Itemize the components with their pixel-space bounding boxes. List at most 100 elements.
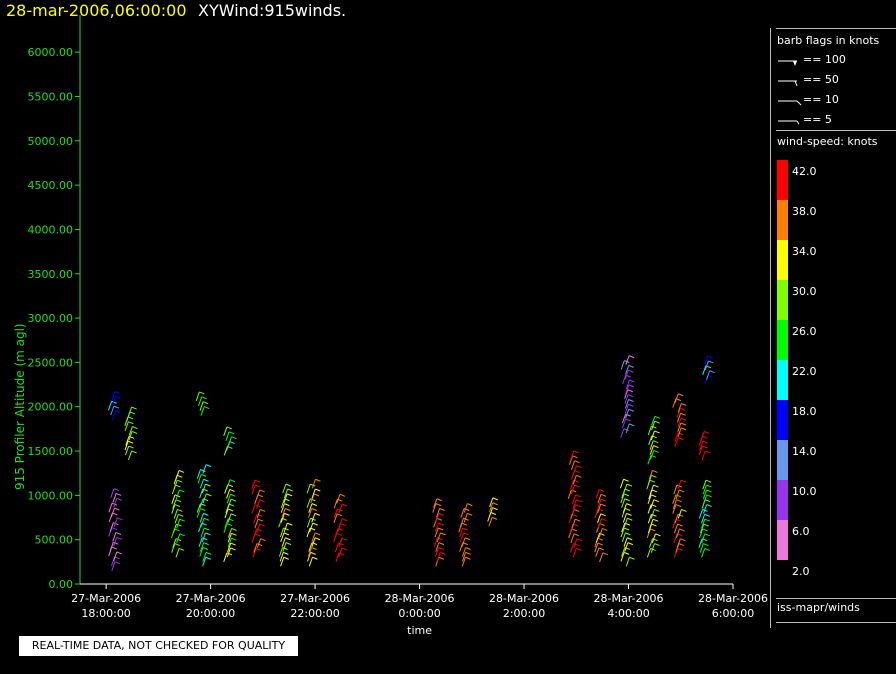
wind-barb-flag [231, 532, 237, 536]
wind-barb-flag [623, 478, 629, 482]
wind-barb-flag [336, 532, 342, 536]
wind-barb-flag [680, 412, 686, 416]
wind-barb [223, 426, 228, 437]
wind-barb-flag [111, 527, 118, 531]
wind-barb [306, 527, 311, 538]
wind-barb [226, 479, 231, 489]
wind-barb-flag [174, 543, 181, 546]
x-axis-label: time [407, 624, 432, 637]
wind-barb-flag [204, 527, 210, 531]
wind-barb-flag [704, 513, 710, 517]
wind-barb [306, 498, 311, 508]
wind-barb-flag [203, 512, 209, 516]
wind-barb-flag [627, 517, 633, 521]
wind-barb [625, 557, 630, 567]
wind-barb [256, 499, 261, 509]
wind-barb [698, 509, 703, 519]
wind-barb-flag [203, 478, 209, 482]
wind-barb-flag [599, 523, 605, 527]
wind-barb [703, 504, 708, 514]
wind-barb-flag [438, 556, 445, 560]
wind-barb-flag [202, 547, 209, 550]
speed-color-segment [777, 520, 788, 560]
wind-barb [202, 464, 207, 474]
wind-barb-flag [678, 393, 684, 397]
wind-barb-flag [203, 517, 210, 521]
y-tick-label: 1500.00 [28, 445, 74, 458]
x-tick-label-time: 18:00:00 [81, 607, 130, 620]
wind-barb-flag [341, 518, 348, 522]
wind-barb-flag [623, 551, 630, 555]
x-tick-label-time: 4:00:00 [607, 607, 649, 620]
wind-barb [256, 523, 261, 534]
wind-barb [649, 518, 654, 529]
wind-barb [175, 470, 180, 480]
wind-barb-flag [675, 504, 682, 507]
wind-barb-flag [283, 551, 289, 555]
wind-barb [677, 479, 682, 490]
wind-barb-flag [315, 488, 321, 492]
wind-barb [625, 355, 630, 365]
wind-barb-flag [231, 537, 237, 541]
speed-color-segment [777, 240, 788, 280]
wind-barb-flag [465, 547, 471, 550]
wind-barb-flag [680, 407, 686, 411]
wind-barb-flag [336, 513, 343, 517]
wind-barb [646, 528, 651, 539]
wind-barb-flag [702, 445, 708, 449]
wind-barb-flag [128, 421, 134, 425]
y-axis-label: 915 Profiler Altitude (m agl) [13, 323, 27, 490]
wind-barb [599, 552, 604, 563]
wind-barb-flag [284, 512, 290, 516]
wind-barb [595, 489, 600, 499]
wind-barb [110, 488, 115, 498]
barb-legend-title: barb flags in knots [777, 34, 880, 47]
wind-barb-flag [229, 479, 236, 483]
wind-barb-flag [703, 523, 709, 527]
wind-barb [201, 532, 206, 543]
wind-barb [570, 533, 575, 543]
wind-barb-flag [339, 493, 346, 497]
wind-barb-flag [226, 426, 233, 430]
x-tick-label-time: 2:00:00 [503, 607, 545, 620]
wind-barb-flag [650, 528, 656, 532]
wind-barb [172, 523, 177, 534]
barb-legend-flag [796, 100, 802, 106]
wind-barb-flag [179, 489, 185, 493]
y-tick-label: 3500.00 [28, 268, 74, 281]
y-tick-label: 4000.00 [28, 223, 74, 236]
wind-barb-flag [629, 556, 635, 560]
wind-barb [701, 450, 706, 461]
wind-barb [113, 517, 118, 527]
wind-barb-flag [651, 474, 657, 478]
wind-barb-flag [175, 484, 181, 488]
wind-barb-flag [260, 508, 266, 512]
wind-barb-flag [115, 492, 122, 496]
y-tick-label: 0.00 [49, 578, 74, 591]
wind-barb [227, 436, 232, 446]
wind-barb-flag [678, 543, 685, 546]
wind-barb [699, 543, 704, 553]
wind-barb-flag [702, 528, 708, 532]
x-tick-label-time: 20:00:00 [186, 607, 235, 620]
wind-barb-flag [597, 542, 604, 546]
wind-barb [649, 484, 654, 495]
wind-barb [306, 483, 311, 494]
wind-barb [620, 428, 625, 438]
wind-barb-flag [677, 437, 684, 441]
barb-legend-flag [794, 80, 798, 87]
wind-barb [701, 548, 706, 558]
wind-barb-flag [206, 493, 212, 497]
wind-barb-flag [705, 479, 712, 483]
wind-barb-flag [653, 445, 659, 449]
wind-barb-flag [116, 536, 122, 540]
wind-barb-flag [113, 488, 120, 492]
wind-barb-flag [574, 469, 580, 473]
wind-barb-flag [624, 498, 630, 502]
wind-barb-flag [127, 416, 134, 420]
wind-barb-flag [438, 527, 444, 531]
wind-barb-flag [231, 436, 237, 440]
wind-barb-flag [113, 405, 120, 409]
wind-barb-flag [653, 499, 660, 503]
wind-barb-flag [439, 508, 445, 511]
